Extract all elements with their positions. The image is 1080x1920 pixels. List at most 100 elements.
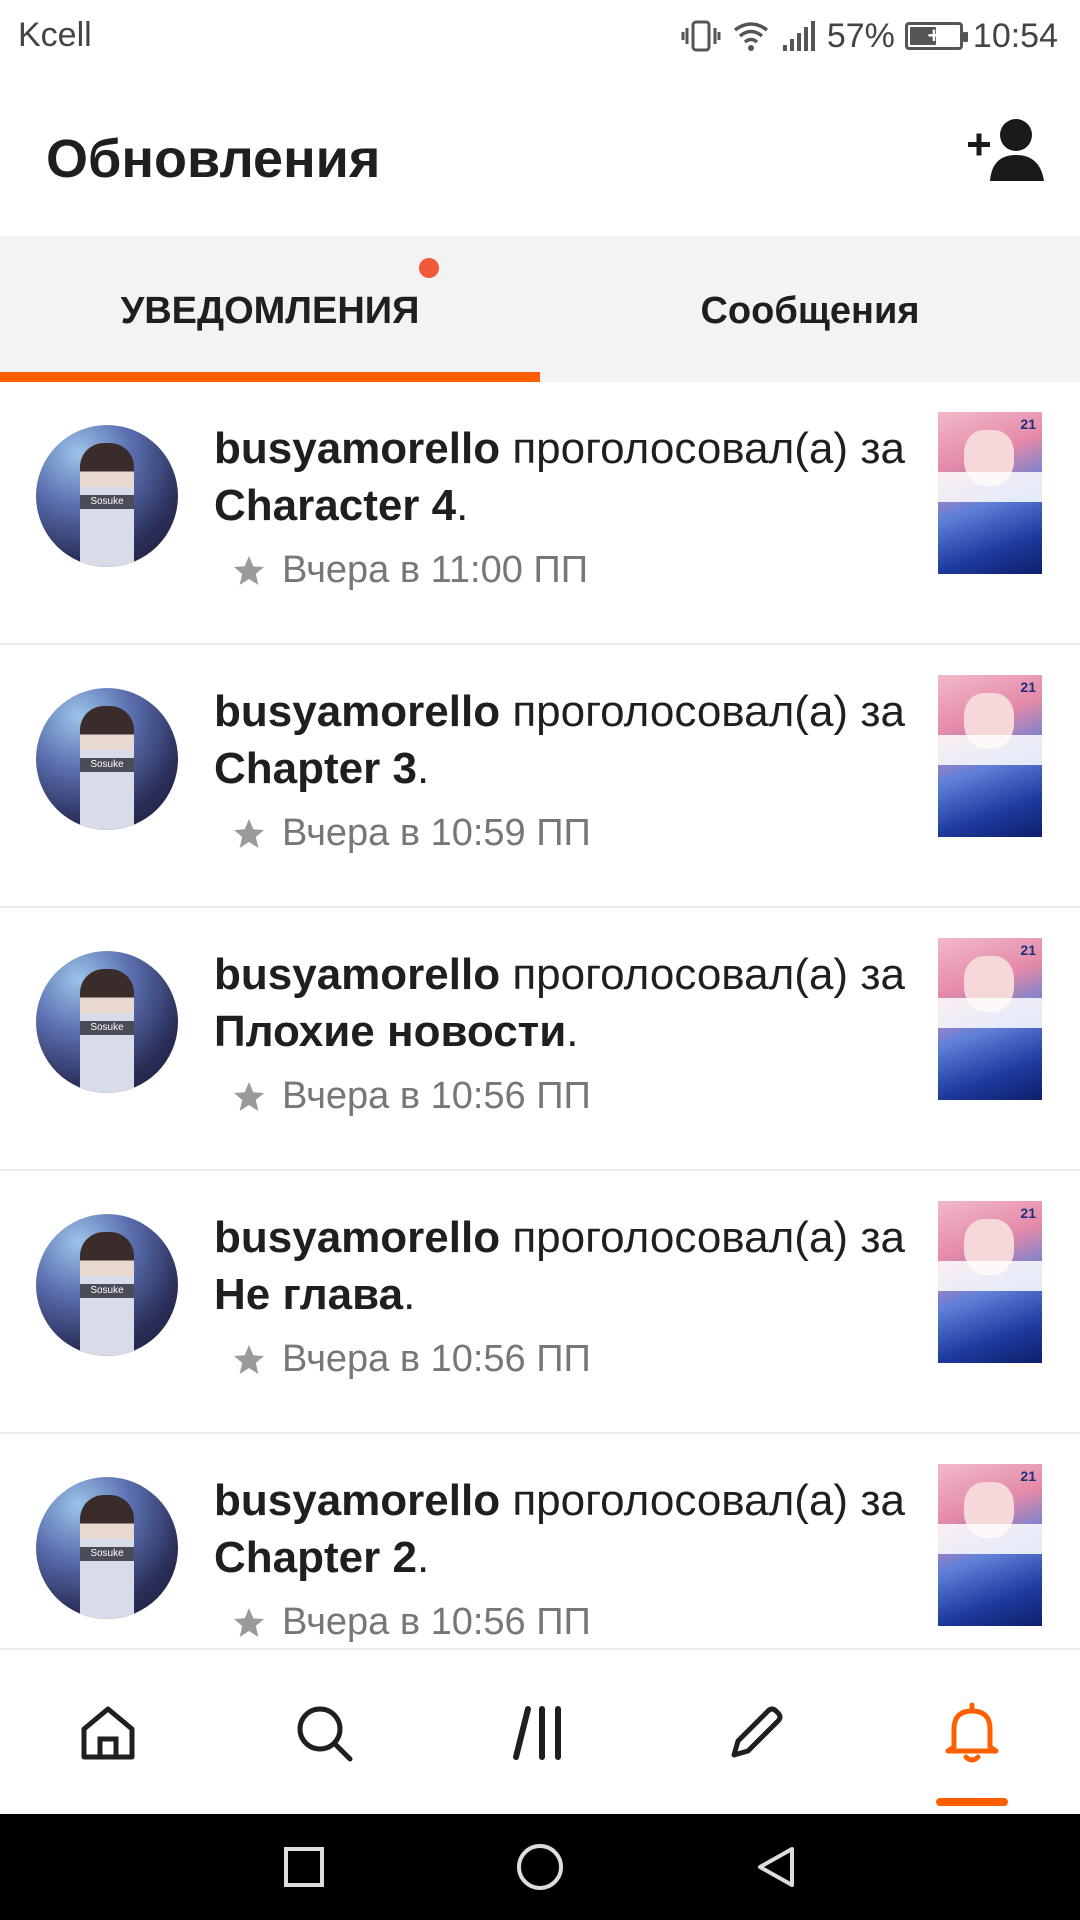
action-text: проголосовал(а) <box>512 687 849 736</box>
avatar-label: Sosuke <box>80 495 134 509</box>
target-title-link[interactable]: Плохие новости <box>214 1007 566 1056</box>
user-avatar[interactable]: Sosuke <box>36 688 178 830</box>
story-cover[interactable]: 21 <box>938 1464 1042 1626</box>
tab-messages-label: Сообщения <box>700 289 920 332</box>
system-navigation-bar <box>0 1814 1080 1920</box>
write-icon <box>731 1706 783 1758</box>
tab-messages[interactable]: Сообщения <box>540 236 1080 382</box>
cover-label: 21 <box>1020 679 1036 695</box>
nav-search[interactable] <box>216 1650 432 1816</box>
carrier-name: Kcell <box>18 16 92 54</box>
star-icon <box>234 1081 264 1111</box>
system-home-button[interactable] <box>480 1814 600 1920</box>
username-link[interactable]: busyamorello <box>214 424 500 473</box>
tab-notifications[interactable]: УВЕДОМЛЕНИЯ <box>0 236 540 382</box>
notification-item[interactable]: Sosuke busyamorello проголосовал(а) за Ch… <box>0 645 1080 908</box>
active-tab-indicator <box>0 372 540 382</box>
story-cover[interactable]: 21 <box>938 675 1042 837</box>
bottom-navigation <box>0 1648 1080 1814</box>
recent-apps-button[interactable] <box>244 1814 364 1920</box>
user-avatar[interactable]: Sosuke <box>36 951 178 1093</box>
clock: 10:54 <box>972 16 1058 55</box>
notification-text: busyamorello проголосовал(а) за Chapter … <box>214 683 914 797</box>
preposition-text: за <box>860 687 905 736</box>
user-avatar[interactable]: Sosuke <box>36 1214 178 1356</box>
home-icon <box>81 1706 135 1760</box>
notification-item[interactable]: Sosuke busyamorello проголосовал(а) за Пл… <box>0 908 1080 1171</box>
cover-label: 21 <box>1020 416 1036 432</box>
app-header: Обновления <box>0 72 1080 236</box>
sentence-end: . <box>416 744 430 793</box>
search-icon <box>297 1706 353 1762</box>
system-back-button[interactable] <box>716 1814 836 1920</box>
timestamp: Вчера в 10:56 ПП <box>282 1338 591 1380</box>
notification-text: busyamorello проголосовал(а) за Не глава… <box>214 1209 914 1323</box>
timestamp: Вчера в 10:56 ПП <box>282 1601 591 1643</box>
target-title-link[interactable]: Chapter 2 <box>214 1533 417 1582</box>
star-icon <box>234 1607 264 1637</box>
notification-item[interactable]: Sosuke busyamorello проголосовал(а) за Не… <box>0 1171 1080 1434</box>
story-cover[interactable]: 21 <box>938 938 1042 1100</box>
avatar-label: Sosuke <box>80 1547 134 1561</box>
timestamp: Вчера в 10:59 ПП <box>282 812 591 854</box>
tab-bar: УВЕДОМЛЕНИЯ Сообщения <box>0 236 1080 382</box>
target-title-link[interactable]: Chapter 3 <box>214 744 417 793</box>
nav-write[interactable] <box>648 1650 864 1816</box>
notification-item[interactable]: Sosuke busyamorello проголосовал(а) за Ch… <box>0 382 1080 645</box>
timestamp: Вчера в 10:56 ПП <box>282 1075 591 1117</box>
add-user-icon <box>968 119 1044 181</box>
story-cover[interactable]: 21 <box>938 1201 1042 1363</box>
cover-label: 21 <box>1020 1205 1036 1221</box>
username-link[interactable]: busyamorello <box>214 950 500 999</box>
add-user-button[interactable] <box>966 112 1050 188</box>
user-avatar[interactable]: Sosuke <box>36 425 178 567</box>
unread-badge <box>419 257 440 278</box>
sentence-end: . <box>456 481 469 530</box>
notification-text: busyamorello проголосовал(а) за Плохие н… <box>214 946 914 1060</box>
battery-percent: 57% <box>826 16 895 55</box>
cover-label: 21 <box>1020 942 1036 958</box>
username-link[interactable]: busyamorello <box>214 687 500 736</box>
notification-list[interactable]: Sosuke busyamorello проголосовал(а) за Ch… <box>0 382 1080 1648</box>
target-title-link[interactable]: Не глава <box>214 1270 403 1319</box>
target-title-link[interactable]: Character 4 <box>214 481 456 530</box>
sentence-end: . <box>403 1270 416 1319</box>
user-avatar[interactable]: Sosuke <box>36 1477 178 1619</box>
recent-apps-icon <box>284 1847 324 1887</box>
username-link[interactable]: busyamorello <box>214 1476 500 1525</box>
star-icon <box>234 555 264 585</box>
signal-icon <box>781 19 817 53</box>
cover-label: 21 <box>1020 1468 1036 1484</box>
library-icon <box>513 1706 561 1760</box>
preposition-text: за <box>860 950 905 999</box>
story-cover[interactable]: 21 <box>938 412 1042 574</box>
avatar-label: Sosuke <box>80 1284 134 1298</box>
preposition-text: за <box>860 1213 905 1262</box>
tab-notifications-label: УВЕДОМЛЕНИЯ <box>120 289 420 332</box>
notification-item[interactable]: Sosuke busyamorello проголосовал(а) за Ch… <box>0 1434 1080 1648</box>
nav-notifications[interactable] <box>864 1650 1080 1816</box>
timestamp: Вчера в 11:00 ПП <box>282 549 589 591</box>
action-text: проголосовал(а) <box>512 1213 849 1262</box>
notification-time: Вчера в 10:56 ПП <box>232 1601 591 1644</box>
star-icon <box>234 1344 264 1374</box>
home-circle-icon <box>517 1844 563 1890</box>
nav-library[interactable] <box>432 1650 648 1816</box>
sentence-end: . <box>416 1533 430 1582</box>
battery-charging-icon: + <box>904 22 968 50</box>
notification-text: busyamorello проголосовал(а) за Characte… <box>214 420 914 534</box>
nav-home[interactable] <box>0 1650 216 1816</box>
avatar-label: Sosuke <box>80 758 134 772</box>
avatar-label: Sosuke <box>80 1021 134 1035</box>
sentence-end: . <box>566 1007 579 1056</box>
action-text: проголосовал(а) <box>512 424 849 473</box>
action-text: проголосовал(а) <box>512 1476 849 1525</box>
status-icons: 57% + 10:54 <box>681 12 1058 60</box>
notification-time: Вчера в 10:56 ПП <box>232 1075 591 1118</box>
bell-icon <box>945 1702 999 1763</box>
status-bar: Kcell 57% + 10:54 <box>0 0 1080 72</box>
username-link[interactable]: busyamorello <box>214 1213 500 1262</box>
back-icon <box>758 1847 794 1887</box>
star-icon <box>234 818 264 848</box>
notification-time: Вчера в 10:59 ПП <box>232 812 591 855</box>
